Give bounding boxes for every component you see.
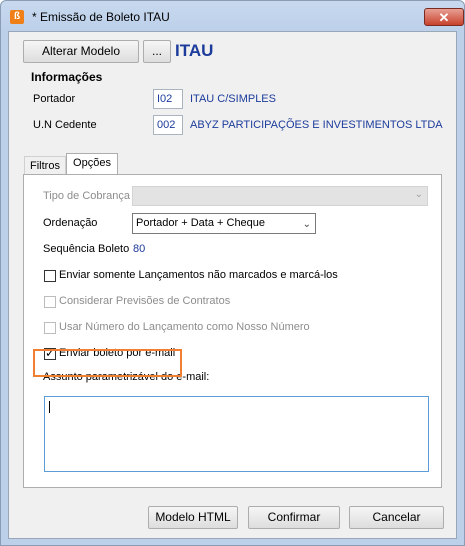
bank-name: ITAU (175, 41, 214, 60)
cedente-label: U.N Cedente (33, 119, 97, 131)
sequencia-label: Sequência Boleto (43, 243, 130, 255)
close-button[interactable]: ✕ (424, 8, 464, 26)
ordenacao-value: Portador + Data + Cheque (136, 217, 266, 229)
alter-model-label: Alterar Modelo (41, 44, 121, 58)
dialog-window: ß * Emissão de Boleto ITAU ✕ Alterar Mod… (0, 0, 465, 546)
chevron-down-icon: ⌄ (414, 189, 423, 200)
title-bar[interactable]: ß * Emissão de Boleto ITAU ✕ (1, 1, 464, 31)
tab-opcoes[interactable]: Opções (66, 153, 118, 175)
ordenacao-label: Ordenação (43, 217, 98, 229)
usar-numero-label: Usar Número do Lançamento como Nosso Núm… (59, 321, 310, 333)
info-group-title: Informações (31, 70, 103, 84)
email-option-highlight (33, 349, 182, 377)
portador-code-field[interactable]: I02 (153, 89, 183, 109)
usar-numero-checkbox[interactable] (44, 322, 56, 334)
cedente-code-field[interactable]: 002 (153, 115, 183, 135)
enviar-somente-checkbox[interactable] (44, 270, 56, 282)
portador-label: Portador (33, 93, 76, 105)
portador-name: ITAU C/SIMPLES (190, 93, 276, 105)
text-caret (49, 401, 50, 413)
considerar-previsoes-checkbox[interactable] (44, 296, 56, 308)
app-icon: ß (10, 10, 24, 24)
enviar-somente-label[interactable]: Enviar somente Lançamentos não marcados … (59, 269, 338, 281)
considerar-previsoes-label: Considerar Previsões de Contratos (59, 295, 231, 307)
sequencia-value: 80 (133, 243, 146, 255)
window-title: * Emissão de Boleto ITAU (32, 10, 170, 24)
tipo-cobranca-label: Tipo de Cobrança (43, 190, 131, 202)
ordenacao-select[interactable]: Portador + Data + Cheque ⌄ (132, 213, 316, 234)
tab-filtros[interactable]: Filtros (24, 156, 66, 176)
tipo-cobranca-select[interactable]: ⌄ (132, 186, 428, 206)
dialog-body: Alterar Modelo ... ITAU Informações Port… (8, 31, 457, 539)
chevron-down-icon: ⌄ (302, 219, 311, 230)
alter-model-button[interactable]: Alterar Modelo (23, 40, 139, 63)
modelo-html-button[interactable]: Modelo HTML (148, 506, 238, 529)
email-subject-input[interactable] (44, 396, 429, 472)
cancelar-label: Cancelar (372, 510, 421, 524)
cancelar-button[interactable]: Cancelar (349, 506, 444, 529)
confirmar-label: Confirmar (267, 510, 321, 524)
cedente-name: ABYZ PARTICIPAÇÕES E INVESTIMENTOS LTDA (190, 119, 443, 131)
ellipsis-button[interactable]: ... (143, 40, 171, 63)
confirmar-button[interactable]: Confirmar (248, 506, 340, 529)
